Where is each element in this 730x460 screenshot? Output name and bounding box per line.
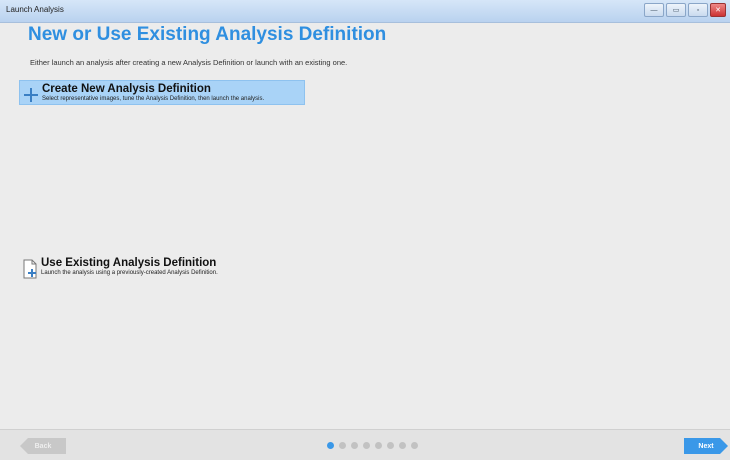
close-button[interactable]: ✕: [710, 3, 726, 17]
step-dot: [411, 442, 418, 449]
option-description: Select representative images, tune the A…: [42, 96, 265, 102]
plus-icon: [22, 83, 40, 105]
step-dot: [351, 442, 358, 449]
step-dot: [375, 442, 382, 449]
step-dot: [363, 442, 370, 449]
step-dot: [399, 442, 406, 449]
step-indicator: [327, 442, 418, 449]
maximize-button[interactable]: ▫: [688, 3, 708, 17]
option-title: Create New Analysis Definition: [42, 83, 211, 95]
restore-button[interactable]: ▭: [666, 3, 686, 17]
option-title: Use Existing Analysis Definition: [41, 257, 217, 269]
document-add-icon: [21, 257, 39, 279]
use-existing-definition-option[interactable]: Use Existing Analysis Definition Launch …: [19, 255, 279, 280]
page-subtitle: Either launch an analysis after creating…: [30, 58, 348, 67]
back-button[interactable]: Back: [20, 438, 66, 454]
create-new-definition-option[interactable]: Create New Analysis Definition Select re…: [19, 80, 305, 105]
option-description: Launch the analysis using a previously-c…: [41, 270, 218, 276]
step-dot: [387, 442, 394, 449]
window-controls: — ▭ ▫ ✕: [644, 3, 726, 17]
step-dot: [339, 442, 346, 449]
step-dot: [327, 442, 334, 449]
window-title: Launch Analysis: [6, 5, 64, 14]
page-title: New or Use Existing Analysis Definition: [28, 24, 387, 45]
minimize-button[interactable]: —: [644, 3, 664, 17]
next-button[interactable]: Next: [684, 438, 728, 454]
window-titlebar: Launch Analysis — ▭ ▫ ✕: [0, 0, 730, 23]
wizard-footer: Back Next: [0, 429, 730, 460]
